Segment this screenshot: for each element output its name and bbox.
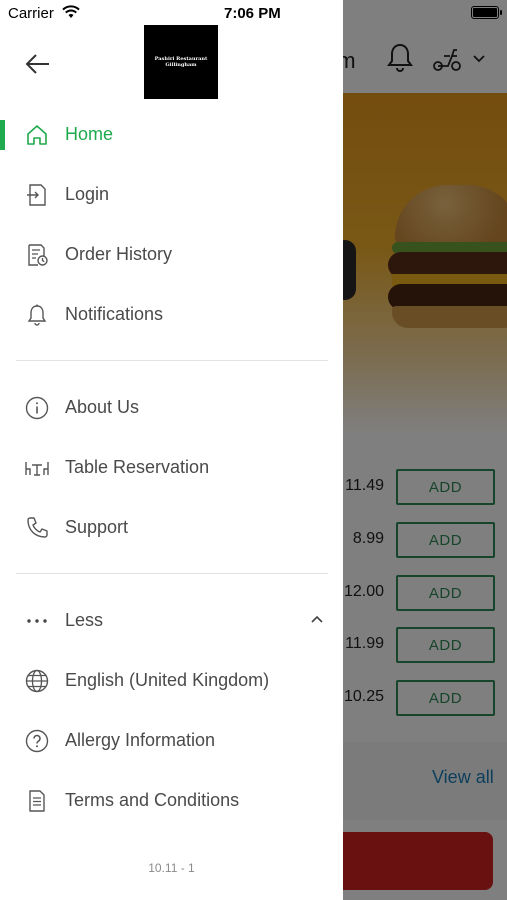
- menu-label: Home: [65, 123, 114, 144]
- bell-icon: [24, 302, 50, 328]
- logo-line-2: Gillingham: [165, 62, 197, 68]
- menu-label: Allergy Information: [65, 729, 216, 750]
- menu-item-table-reservation[interactable]: Table Reservation: [0, 442, 343, 492]
- back-arrow-icon[interactable]: [24, 50, 52, 78]
- question-icon: [24, 728, 50, 754]
- menu-label: Less: [65, 609, 104, 630]
- info-icon: [24, 395, 50, 421]
- order-history-icon: [24, 242, 50, 268]
- menu-label: Notifications: [65, 303, 164, 324]
- menu-item-about-us[interactable]: About Us: [0, 382, 343, 432]
- menu-label: English (United Kingdom): [65, 669, 270, 690]
- document-icon: [24, 788, 50, 814]
- more-dots-icon: [24, 608, 50, 634]
- phone-icon: [24, 515, 50, 541]
- menu-item-notifications[interactable]: Notifications: [0, 289, 343, 339]
- menu-label: Table Reservation: [65, 456, 210, 477]
- menu-item-language[interactable]: English (United Kingdom): [0, 655, 343, 705]
- menu-item-support[interactable]: Support: [0, 502, 343, 552]
- menu-item-home[interactable]: Home: [0, 109, 343, 159]
- menu-item-login[interactable]: Login: [0, 169, 343, 219]
- menu-label: About Us: [65, 396, 140, 417]
- navigation-drawer: Pashiri Restaurant Gillingham Home Login…: [0, 0, 343, 900]
- carrier-label: Carrier: [8, 5, 54, 22]
- globe-icon: [24, 668, 50, 694]
- restaurant-logo: Pashiri Restaurant Gillingham: [144, 25, 218, 99]
- menu-label: Login: [65, 183, 110, 204]
- divider: [16, 360, 328, 361]
- menu-item-order-history[interactable]: Order History: [0, 229, 343, 279]
- home-icon: [24, 122, 50, 148]
- login-icon: [24, 182, 50, 208]
- status-bar: Carrier 7:06 PM: [0, 0, 507, 28]
- menu-label: Order History: [65, 243, 173, 264]
- menu-item-allergy-information[interactable]: Allergy Information: [0, 715, 343, 765]
- menu-toggle-less[interactable]: Less: [0, 595, 343, 645]
- chevron-up-icon: [310, 614, 324, 624]
- menu-label: Terms and Conditions: [65, 789, 240, 810]
- wifi-icon: [62, 5, 80, 19]
- menu-label: Support: [65, 516, 129, 537]
- battery-icon: [471, 6, 499, 19]
- clock: 7:06 PM: [224, 5, 281, 22]
- menu-item-terms-and-conditions[interactable]: Terms and Conditions: [0, 775, 343, 825]
- app-version: 10.11 - 1: [148, 861, 195, 875]
- divider: [16, 573, 328, 574]
- table-icon: [24, 455, 50, 481]
